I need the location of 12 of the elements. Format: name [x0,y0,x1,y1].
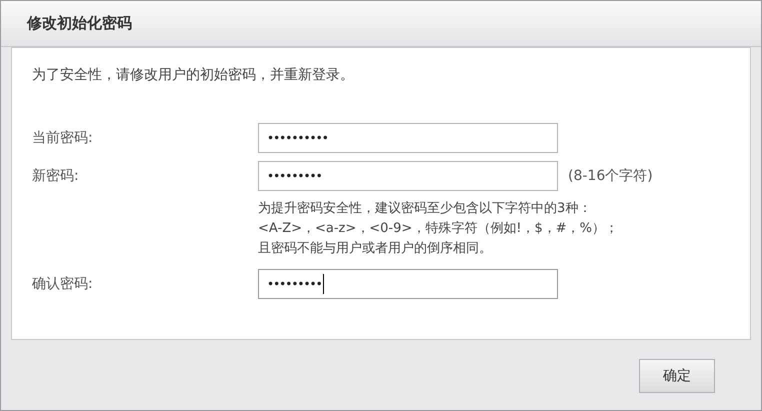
window-title: 修改初始化密码 [27,13,132,34]
password-field[interactable]: ••••••••• [258,161,558,191]
confirm-button[interactable]: 确定 [639,359,715,393]
password-field[interactable]: •••••••••• [258,123,558,153]
text-cursor [322,274,324,294]
password-rules-text: 为提升密码安全性，建议密码至少包含以下字符中的3种： <A-Z>，<a-z>，<0-9>，特殊字符（例如!，$，#，%）； 且密码不能与用户或者用户的倒序相同。 [258,200,620,258]
length-hint: (8-16个字符) [568,166,653,186]
intro-text: 为了安全性，请修改用户的初始密码，并重新登录。 [32,66,355,85]
password-field[interactable]: ••••••••• [258,269,558,299]
field-label: 新密码: [32,166,80,186]
field-label: 确认密码: [32,274,94,294]
field-label: 当前密码: [32,128,94,148]
